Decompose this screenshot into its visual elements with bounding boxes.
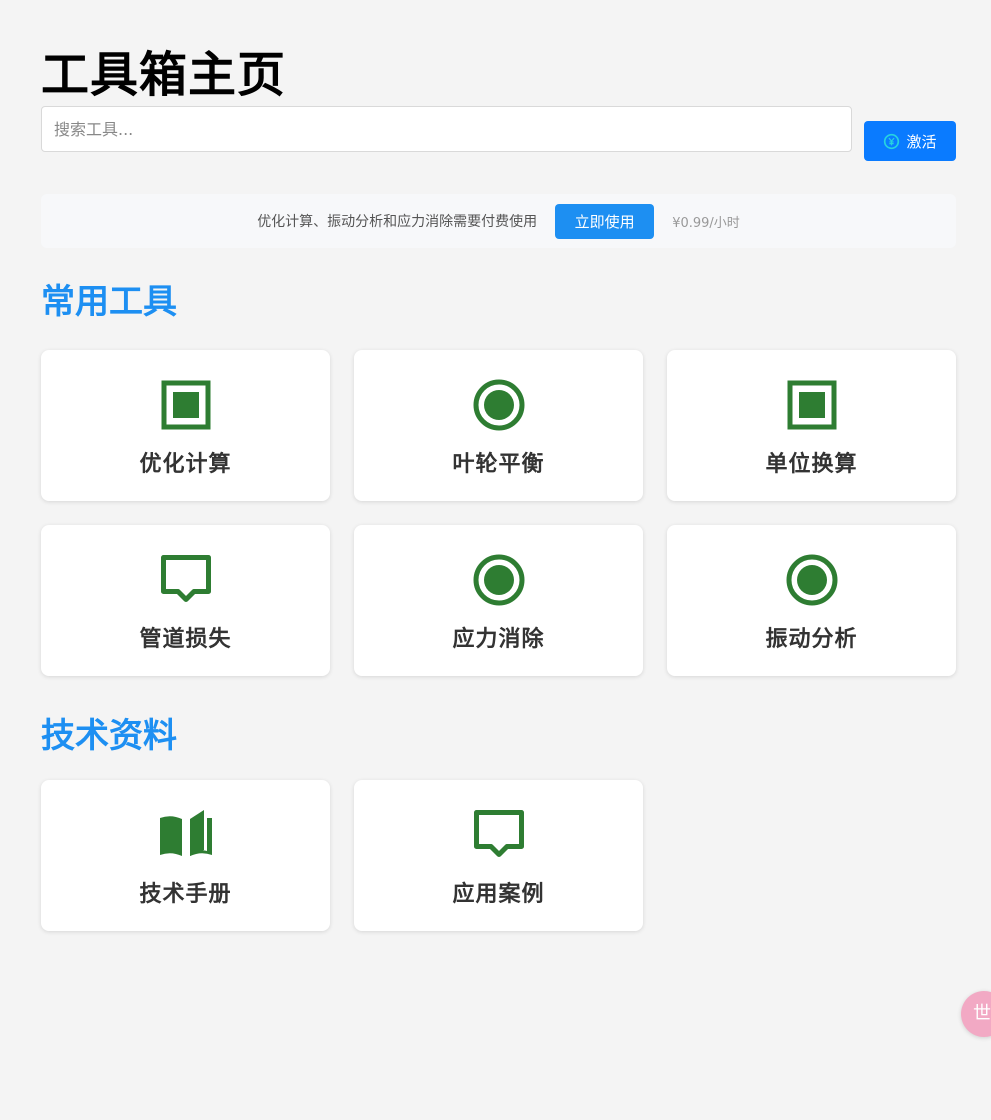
activate-button[interactable]: 激活	[864, 121, 956, 161]
tech-docs-grid: 技术手册 应用案例	[41, 780, 956, 931]
doc-card-application-cases[interactable]: 应用案例	[354, 780, 643, 931]
common-tools-grid: 优化计算 叶轮平衡 单位换算 管道损失 应力消除 振动分析	[41, 350, 956, 676]
square-icon	[161, 380, 210, 430]
section-title-common-tools: 常用工具	[41, 282, 177, 322]
tool-card-unit-conversion[interactable]: 单位换算	[667, 350, 956, 501]
circle-icon	[473, 379, 524, 431]
tool-label: 振动分析	[765, 627, 858, 652]
use-now-button[interactable]: 立即使用	[555, 203, 655, 239]
doc-label: 应用案例	[452, 882, 545, 907]
book-icon	[159, 810, 212, 856]
banner-text: 优化计算、振动分析和应力消除需要付费使用	[257, 214, 538, 230]
tool-label: 应力消除	[452, 627, 545, 652]
square-icon	[787, 380, 836, 430]
floating-assistant-button[interactable]: 世	[961, 991, 991, 1037]
page: 工具箱主页 激活 优化计算、振动分析和应力消除需要付费使用 立即使用 ¥0.99…	[41, 44, 956, 931]
search-row: 激活	[41, 106, 956, 176]
tool-label: 管道损失	[139, 627, 232, 652]
section-title-tech-docs: 技术资料	[41, 716, 177, 756]
tool-label: 单位换算	[765, 452, 858, 477]
tool-label: 叶轮平衡	[452, 452, 545, 477]
price-label: ¥0.99/小时	[672, 215, 740, 231]
circle-icon	[473, 554, 524, 606]
tool-card-impeller-balance[interactable]: 叶轮平衡	[354, 350, 643, 501]
search-input[interactable]	[41, 106, 852, 152]
tool-card-optimization[interactable]: 优化计算	[41, 350, 330, 501]
chat-bubble-icon	[473, 810, 524, 857]
tool-card-pipe-loss[interactable]: 管道损失	[41, 525, 330, 676]
activate-label: 激活	[906, 132, 937, 151]
tool-label: 优化计算	[139, 452, 232, 477]
chat-bubble-icon	[160, 555, 211, 602]
tool-card-vibration-analysis[interactable]: 振动分析	[667, 525, 956, 676]
coin-icon	[884, 133, 900, 149]
doc-card-tech-manual[interactable]: 技术手册	[41, 780, 330, 931]
circle-icon	[786, 554, 837, 606]
paid-notice-banner: 优化计算、振动分析和应力消除需要付费使用 立即使用 ¥0.99/小时	[41, 194, 956, 248]
doc-label: 技术手册	[139, 882, 232, 907]
page-title: 工具箱主页	[41, 47, 287, 103]
tool-card-stress-relief[interactable]: 应力消除	[354, 525, 643, 676]
